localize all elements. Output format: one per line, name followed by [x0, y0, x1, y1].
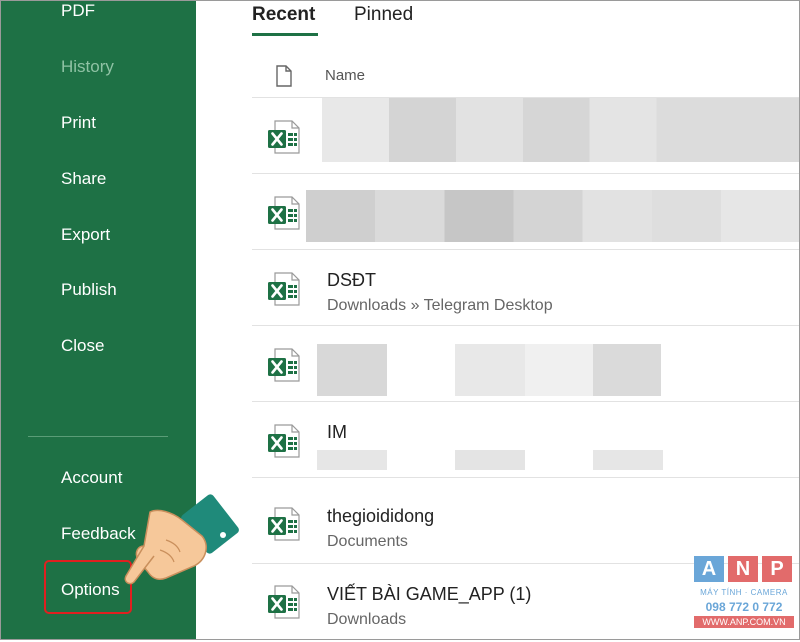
logo-letter-p: P [762, 556, 792, 582]
tab-recent[interactable]: Recent [252, 4, 315, 26]
logo-letter-n: N [728, 556, 758, 582]
excel-file-icon [266, 584, 302, 620]
file-path: Documents [327, 533, 408, 550]
redacted-file-info [317, 450, 387, 470]
logo-phone: 098 772 0 772 [705, 600, 783, 614]
column-header-name[interactable]: Name [325, 67, 365, 84]
redacted-file-info [593, 344, 661, 396]
sidebar-item-export[interactable]: Export [61, 225, 110, 245]
redacted-file-info [455, 450, 525, 470]
excel-file-icon [266, 347, 302, 383]
redacted-file-info [322, 98, 800, 162]
sidebar-item-publish[interactable]: Publish [61, 280, 117, 300]
redacted-file-info [525, 344, 593, 396]
anp-watermark-logo: A N P MÁY TÍNH · CAMERA 098 772 0 772 WW… [694, 556, 794, 630]
redacted-file-info [317, 344, 387, 396]
recent-file-row[interactable] [252, 98, 800, 174]
file-name: IM [327, 422, 347, 442]
sidebar-item-close[interactable]: Close [61, 336, 104, 356]
logo-letter-a: A [694, 556, 724, 582]
logo-subtitle: MÁY TÍNH · CAMERA [700, 588, 788, 597]
options-highlight-box [44, 560, 132, 614]
pointing-hand-icon [124, 494, 239, 585]
sidebar-item-history[interactable]: History [61, 57, 114, 77]
excel-file-icon [266, 195, 302, 231]
sidebar-item-pdf[interactable]: PDF [61, 1, 95, 21]
excel-file-icon [266, 271, 302, 307]
redacted-file-info [455, 344, 525, 396]
file-name: DSĐT [327, 270, 376, 290]
redacted-file-info [593, 450, 663, 470]
recent-file-row[interactable] [252, 326, 800, 402]
file-name: VIẾT BÀI GAME_APP (1) [327, 584, 532, 604]
active-tab-indicator [252, 33, 318, 36]
file-path: Downloads [327, 611, 407, 628]
file-name: thegioididong [327, 506, 435, 526]
logo-website: WWW.ANP.COM.VN [694, 616, 794, 628]
sidebar-item-account[interactable]: Account [61, 468, 122, 488]
recent-file-row[interactable]: IM [252, 402, 800, 478]
file-type-icon [276, 65, 292, 87]
recent-file-row[interactable]: DSĐT Downloads » Telegram Desktop [252, 250, 800, 326]
file-path: Downloads » Telegram Desktop [327, 297, 553, 314]
tab-pinned[interactable]: Pinned [354, 4, 413, 26]
sidebar-divider [28, 436, 168, 437]
recent-file-row[interactable] [252, 174, 800, 250]
excel-file-icon [266, 506, 302, 542]
excel-file-icon [266, 119, 302, 155]
excel-file-icon [266, 423, 302, 459]
recent-file-row[interactable]: thegioididong Documents [252, 488, 800, 564]
row-divider [252, 477, 800, 478]
sidebar-item-print[interactable]: Print [61, 113, 96, 133]
redacted-file-info [306, 190, 800, 242]
sidebar-item-share[interactable]: Share [61, 169, 106, 189]
